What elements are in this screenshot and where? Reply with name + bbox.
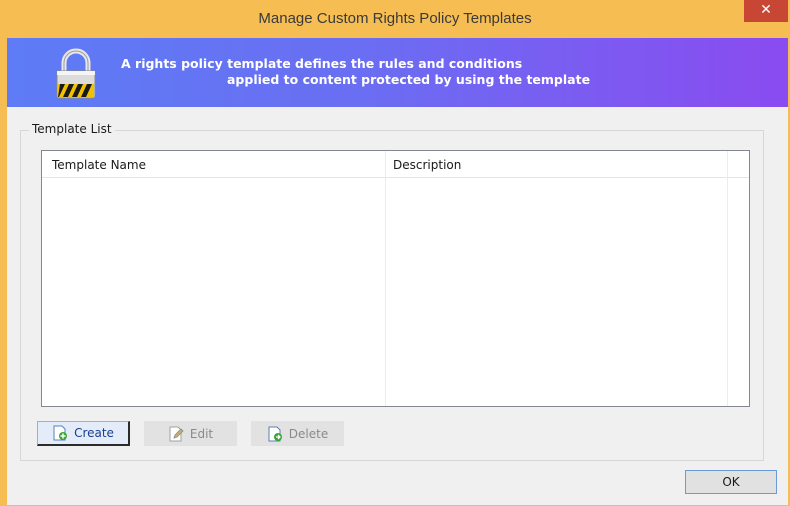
edit-button[interactable]: Edit: [144, 421, 237, 446]
table-header: Template Name Description: [42, 151, 749, 178]
close-icon: ✕: [760, 2, 772, 18]
banner-text: A rights policy template defines the rul…: [121, 56, 741, 88]
delete-button-label: Delete: [288, 426, 329, 441]
banner-line-1: A rights policy template defines the rul…: [121, 56, 523, 71]
column-divider[interactable]: [385, 151, 386, 406]
column-divider[interactable]: [727, 151, 728, 406]
template-list-table[interactable]: Template Name Description: [41, 150, 750, 407]
delete-document-icon: [268, 426, 282, 441]
window-title: Manage Custom Rights Policy Templates: [258, 10, 532, 27]
banner-line-2: applied to content protected by using th…: [227, 72, 591, 87]
create-button[interactable]: Create: [37, 421, 130, 446]
column-header-template-name[interactable]: Template Name: [52, 158, 146, 172]
title-bar[interactable]: Manage Custom Rights Policy Templates ✕: [0, 0, 790, 38]
column-header-description[interactable]: Description: [393, 158, 461, 172]
delete-button[interactable]: Delete: [251, 421, 344, 446]
template-list-label: Template List: [29, 122, 115, 136]
info-banner: A rights policy template defines the rul…: [7, 38, 788, 107]
close-button[interactable]: ✕: [744, 0, 788, 22]
new-document-icon: [53, 425, 68, 441]
lock-icon: [56, 48, 96, 99]
edit-button-label: Edit: [189, 426, 214, 441]
ok-button[interactable]: OK: [685, 470, 777, 494]
create-button-label: Create: [74, 426, 114, 440]
edit-document-icon: [169, 426, 184, 441]
